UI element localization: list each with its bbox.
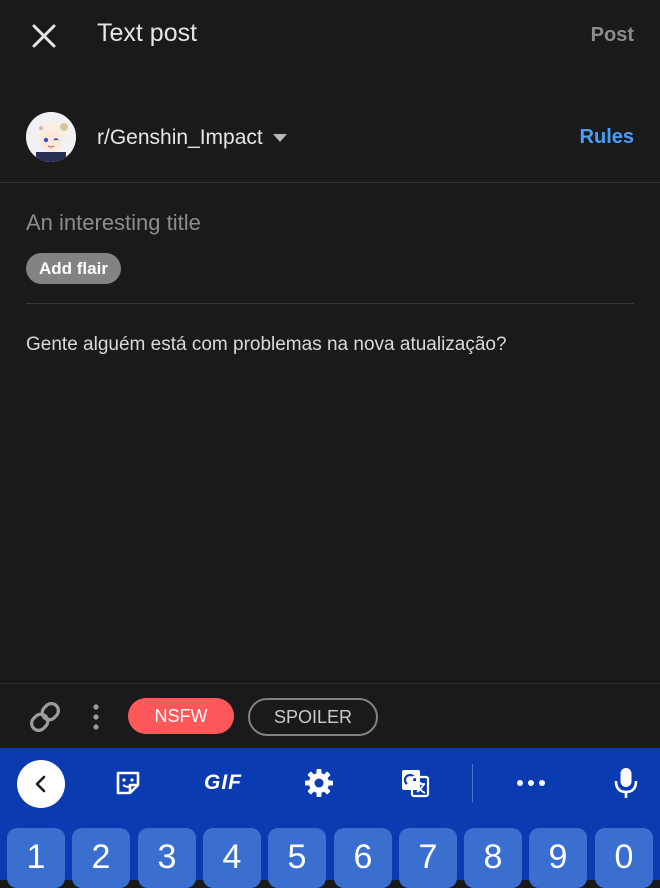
translate-icon bbox=[402, 770, 430, 798]
spoiler-toggle[interactable]: SPOILER bbox=[248, 698, 378, 736]
key-7[interactable]: 7 bbox=[399, 828, 457, 888]
voice-input-button[interactable] bbox=[611, 766, 641, 800]
divider bbox=[26, 303, 634, 304]
rules-link[interactable]: Rules bbox=[580, 126, 634, 149]
post-toolbar: NSFW SPOILER bbox=[0, 684, 660, 748]
community-name: r/Genshin_Impact bbox=[97, 126, 263, 149]
community-selector-row: r/Genshin_Impact Rules bbox=[0, 100, 660, 183]
gif-button[interactable]: GIF bbox=[200, 766, 246, 800]
gif-label: GIF bbox=[204, 771, 242, 794]
key-4[interactable]: 4 bbox=[203, 828, 261, 888]
chevron-down-icon bbox=[272, 134, 287, 142]
more-vertical-icon bbox=[93, 704, 99, 730]
key-6[interactable]: 6 bbox=[334, 828, 392, 888]
key-2[interactable]: 2 bbox=[72, 828, 130, 888]
link-button[interactable] bbox=[26, 698, 64, 736]
translate-button[interactable] bbox=[398, 766, 432, 800]
keyboard-more-button[interactable] bbox=[514, 766, 548, 800]
title-input[interactable] bbox=[26, 210, 634, 236]
community-avatar-image bbox=[26, 112, 76, 162]
key-8[interactable]: 8 bbox=[464, 828, 522, 888]
sticker-button[interactable] bbox=[111, 766, 145, 800]
more-horizontal-icon bbox=[517, 780, 545, 786]
keyboard-back-button[interactable] bbox=[17, 760, 65, 808]
community-avatar[interactable] bbox=[26, 112, 76, 162]
chevron-left-icon bbox=[35, 775, 46, 793]
nsfw-toggle[interactable]: NSFW bbox=[128, 698, 234, 734]
key-1[interactable]: 1 bbox=[7, 828, 65, 888]
key-9[interactable]: 9 bbox=[529, 828, 587, 888]
microphone-icon bbox=[614, 768, 638, 798]
body-text-input[interactable]: Gente alguém está com problemas na nova … bbox=[26, 334, 507, 356]
keyboard-settings-button[interactable] bbox=[302, 766, 336, 800]
top-bar: Text post Post bbox=[0, 0, 660, 70]
gear-icon bbox=[305, 769, 333, 797]
page-title: Text post bbox=[97, 19, 198, 47]
toolbar-separator bbox=[472, 764, 473, 802]
number-row: 1 2 3 4 5 6 7 8 9 0 bbox=[0, 828, 660, 888]
keyboard-suggestion-bar: GIF bbox=[0, 748, 660, 820]
post-button[interactable]: Post bbox=[591, 24, 634, 47]
sticker-icon bbox=[116, 771, 140, 795]
add-flair-button[interactable]: Add flair bbox=[26, 253, 121, 284]
community-dropdown[interactable]: r/Genshin_Impact bbox=[97, 126, 287, 150]
key-3[interactable]: 3 bbox=[138, 828, 196, 888]
link-icon bbox=[30, 702, 60, 732]
close-icon bbox=[32, 24, 56, 48]
key-5[interactable]: 5 bbox=[268, 828, 326, 888]
key-0[interactable]: 0 bbox=[595, 828, 653, 888]
onscreen-keyboard: GIF 1 2 3 4 5 6 7 8 9 0 bbox=[0, 748, 660, 888]
more-options-button[interactable] bbox=[88, 698, 104, 736]
close-button[interactable] bbox=[26, 18, 62, 54]
